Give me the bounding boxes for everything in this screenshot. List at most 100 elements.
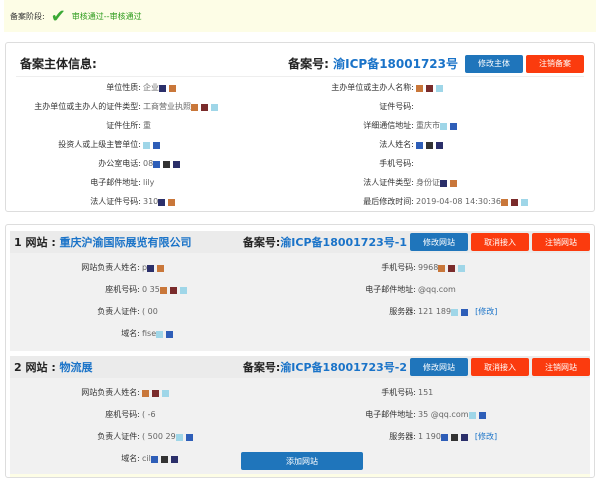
site-name: 物流展 [59, 361, 93, 374]
cancel-site-button[interactable]: 注销网站 [532, 358, 590, 376]
field-label: 投资人或上级主管单位: [58, 140, 141, 149]
edit-site-button[interactable]: 修改网站 [410, 233, 468, 251]
field-value: 151 [418, 388, 434, 397]
info-row: 网站负责人姓名: [20, 386, 172, 400]
redacted-mosaic [153, 160, 161, 168]
field-label: 手机号码: [379, 159, 414, 168]
status-banner: 备案阶段: ✔ 审核通过--审核通过 [4, 0, 596, 32]
field-label: 域名: [121, 329, 140, 338]
field-value: fise [140, 327, 176, 341]
redacted-mosaic [450, 179, 457, 187]
info-row: 详细通信地址: 重庆市 [296, 119, 460, 133]
info-row: 座机号码: 0 35 [20, 283, 190, 297]
field-value: 121 189 [修改] [416, 305, 497, 319]
field-label: 电子邮件地址: [365, 410, 416, 419]
redacted-mosaic [436, 84, 443, 92]
field-value: 企业 [141, 81, 179, 95]
info-row: 服务器: 121 189 [修改] [300, 305, 497, 319]
field-value: 身份证 [414, 176, 460, 190]
cancel-record-button[interactable]: 注销备案 [526, 54, 584, 73]
field-value: 重 [143, 121, 151, 130]
field-label: 最后修改时间: [363, 197, 414, 206]
redacted-mosaic [169, 286, 177, 294]
redacted-mosaic [461, 308, 469, 316]
add-site-button[interactable]: 添加网站 [241, 452, 363, 470]
subject-info-card: 备案主体信息: 备案号: 渝ICP备18001723号 修改主体 注销备案 单位… [5, 42, 595, 212]
redacted-mosaic [211, 103, 218, 111]
redacted-mosaic [142, 389, 149, 397]
info-row: 手机号码: 9968 [300, 261, 468, 275]
redacted-mosaic [458, 264, 466, 272]
unlink-site-button[interactable]: 取消接入 [471, 358, 529, 376]
redacted-mosaic [169, 84, 176, 92]
field-label: 电子邮件地址: [365, 285, 416, 294]
field-label: 证件住所: [106, 121, 141, 130]
field-value: 35 @qq.com [416, 408, 489, 422]
field-value: 310 [141, 195, 178, 209]
redacted-mosaic [159, 286, 167, 294]
info-row: 投资人或上级主管单位: [16, 138, 163, 152]
redacted-mosaic [166, 330, 174, 338]
field-label: 域名: [121, 454, 140, 463]
info-row: 主办单位或主办人的证件类型: 工商营业执照 [16, 100, 221, 114]
field-label: 办公室电话: [98, 159, 141, 168]
field-value [140, 386, 172, 400]
site-name: 重庆沪渝国际展览有限公司 [59, 236, 192, 249]
redacted-mosaic [157, 264, 165, 272]
edit-subject-button[interactable]: 修改主体 [465, 54, 523, 73]
info-row: 电子邮件地址: 35 @qq.com [300, 408, 489, 422]
field-label: 法人证件号码: [90, 197, 141, 206]
redacted-mosaic [510, 198, 518, 206]
field-label: 手机号码: [381, 263, 416, 272]
info-row: 负责人证件:( 500 29 [20, 430, 196, 444]
field-label: 座机号码: [105, 410, 140, 419]
field-value: cil [140, 452, 181, 466]
cancel-site-button[interactable]: 注销网站 [532, 233, 590, 251]
redacted-mosaic [426, 141, 433, 149]
info-row: 法人证件类型: 身份证 [296, 176, 460, 190]
redacted-mosaic [450, 433, 458, 441]
info-row: 域名: cil [20, 452, 181, 466]
field-label: 服务器: [389, 432, 416, 441]
redacted-mosaic [156, 330, 164, 338]
info-row: 最后修改时间: 2019-04-08 14:30:36 [296, 195, 531, 209]
field-value [414, 157, 416, 171]
stage-status: 审核通过--审核通过 [71, 11, 142, 21]
info-row: 办公室电话: 08 [16, 157, 183, 171]
website-block: 1 网站 : 重庆沪渝国际展览有限公司 备案号:渝ICP备18001723号-1… [10, 231, 590, 351]
redacted-mosaic [163, 160, 171, 168]
info-row: 电子邮件地址: @qq.com [300, 283, 456, 297]
redacted-mosaic [520, 198, 528, 206]
site-record-number: 备案号:渝ICP备18001723号-1 [242, 236, 407, 249]
field-value: 9968 [416, 261, 468, 275]
info-row: 手机号码: 151 [300, 386, 433, 400]
redacted-mosaic [500, 198, 508, 206]
field-label: 主办单位或主办人名称: [331, 83, 414, 92]
edit-site-button[interactable]: 修改网站 [410, 358, 468, 376]
field-label: 证件号码: [379, 102, 414, 111]
redacted-mosaic [448, 264, 456, 272]
record-number: 备案号: 渝ICP备18001723号 [288, 57, 458, 71]
edit-server-link[interactable]: [修改] [475, 430, 497, 444]
redacted-mosaic [460, 433, 468, 441]
unlink-site-button[interactable]: 取消接入 [471, 233, 529, 251]
site-title: 1 网站 : 重庆沪渝国际展览有限公司 [14, 236, 192, 249]
site-record-number: 备案号:渝ICP备18001723号-2 [242, 361, 407, 374]
redacted-mosaic [160, 455, 168, 463]
check-icon: ✔ [50, 5, 66, 27]
site-title: 2 网站 : 物流展 [14, 361, 93, 374]
stage-label: 备案阶段: [10, 11, 45, 21]
edit-server-link[interactable]: [修改] [475, 305, 497, 319]
redacted-mosaic [173, 160, 181, 168]
redacted-mosaic [440, 179, 447, 187]
field-value [414, 81, 446, 95]
redacted-mosaic [150, 455, 158, 463]
info-row: 电子邮件地址: lily [16, 176, 154, 190]
redacted-mosaic [175, 433, 183, 441]
field-value: ( 500 29 [140, 430, 196, 444]
field-value: p [140, 261, 167, 275]
redacted-mosaic [168, 198, 176, 206]
field-value: 1 190 [修改] [416, 430, 497, 444]
field-label: 手机号码: [381, 388, 416, 397]
info-row: 服务器: 1 190 [修改] [300, 430, 497, 444]
